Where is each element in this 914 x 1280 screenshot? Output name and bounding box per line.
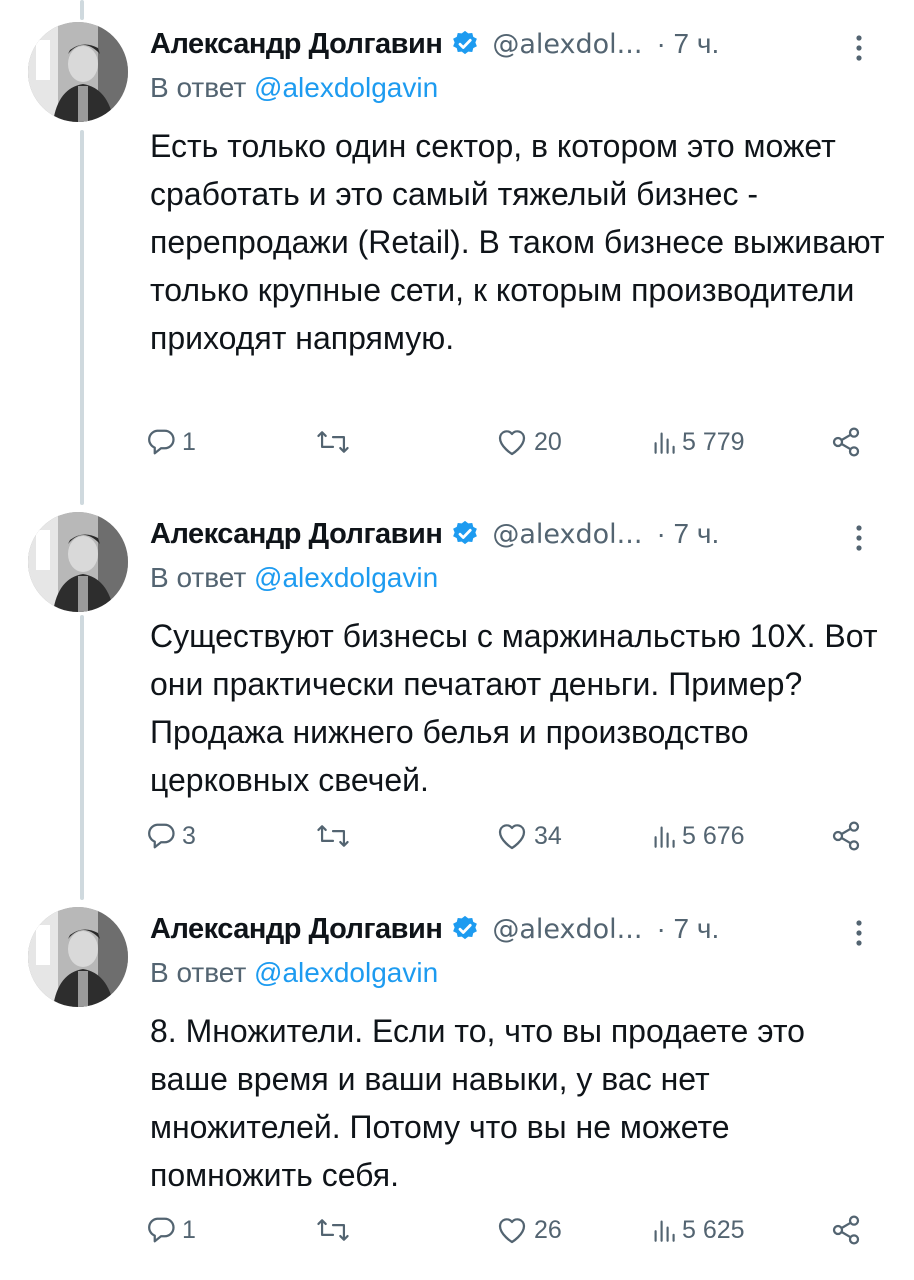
tweet-text: Есть только один сектор, в котором это м… <box>150 128 885 356</box>
reply-to: В ответ @alexdolgavin <box>150 72 438 104</box>
views-count: 5 676 <box>682 821 745 850</box>
views-button[interactable]: 5 676 <box>652 816 745 856</box>
tweet[interactable]: Александр Долгавин @alexdol... · 7 ч. В … <box>0 0 914 390</box>
reply-count: 1 <box>182 1215 196 1244</box>
reply-to-prefix: В ответ <box>150 957 255 988</box>
more-vertical-icon[interactable] <box>854 30 864 66</box>
tweet-header: Александр Долгавин @alexdol... · 7 ч. <box>150 907 890 951</box>
more-vertical-icon[interactable] <box>854 915 864 951</box>
tweet-actions: 1 20 5 779 <box>146 422 876 462</box>
views-bar-icon <box>654 432 675 454</box>
avatar[interactable] <box>28 22 128 122</box>
reply-icon <box>148 823 175 849</box>
author-name[interactable]: Александр Долгавин <box>150 518 443 551</box>
views-bar-icon <box>654 1220 675 1242</box>
heart-icon <box>498 824 526 850</box>
share-icon <box>832 821 860 851</box>
reply-button[interactable]: 1 <box>146 1210 196 1250</box>
reply-to-prefix: В ответ <box>150 72 255 103</box>
repost-button[interactable] <box>316 422 356 462</box>
share-button[interactable] <box>830 1210 862 1250</box>
author-name[interactable]: Александр Долгавин <box>150 913 443 946</box>
repost-button[interactable] <box>316 816 356 856</box>
like-button[interactable]: 34 <box>496 816 562 856</box>
like-count: 26 <box>534 1215 562 1244</box>
tweet-header: Александр Долгавин @alexdol... · 7 ч. <box>150 512 890 556</box>
verified-badge-icon <box>450 519 480 549</box>
like-count: 20 <box>534 427 562 456</box>
share-icon <box>832 427 860 457</box>
verified-badge-icon <box>450 914 480 944</box>
reply-button[interactable]: 1 <box>146 422 196 462</box>
author-handle[interactable]: @alexdol... <box>492 29 642 60</box>
tweet-text: Существуют бизнесы с маржинальстью 10Х. … <box>150 618 878 798</box>
views-button[interactable]: 5 625 <box>652 1210 745 1250</box>
repost-icon <box>317 431 349 453</box>
more-vertical-icon[interactable] <box>854 520 864 556</box>
reply-icon <box>148 1217 175 1243</box>
tweet-time[interactable]: · 7 ч. <box>656 913 719 945</box>
tweet-actions: 1 26 5 625 <box>146 1210 876 1250</box>
views-count: 5 625 <box>682 1215 745 1244</box>
verified-badge-icon <box>450 29 480 59</box>
tweet-actions: 3 34 5 676 <box>146 816 876 856</box>
heart-icon <box>498 430 526 456</box>
views-count: 5 779 <box>682 427 745 456</box>
share-button[interactable] <box>830 422 862 462</box>
views-button[interactable]: 5 779 <box>652 422 745 462</box>
repost-icon <box>317 825 349 847</box>
avatar[interactable] <box>28 907 128 1007</box>
tweet-header: Александр Долгавин @alexdol... · 7 ч. <box>150 22 890 66</box>
author-handle[interactable]: @alexdol... <box>492 914 642 945</box>
heart-icon <box>498 1218 526 1244</box>
share-icon <box>832 1215 860 1245</box>
reply-to-prefix: В ответ <box>150 562 255 593</box>
share-button[interactable] <box>830 816 862 856</box>
author-handle[interactable]: @alexdol... <box>492 519 642 550</box>
reply-count: 3 <box>182 821 196 850</box>
tweet-time[interactable]: · 7 ч. <box>656 28 719 60</box>
views-bar-icon <box>654 826 675 848</box>
like-button[interactable]: 20 <box>496 422 562 462</box>
reply-to: В ответ @alexdolgavin <box>150 562 438 594</box>
reply-to: В ответ @alexdolgavin <box>150 957 438 989</box>
repost-button[interactable] <box>316 1210 356 1250</box>
like-count: 34 <box>534 821 562 850</box>
repost-icon <box>317 1219 349 1241</box>
reply-mention-link[interactable]: @alexdolgavin <box>254 957 438 988</box>
avatar[interactable] <box>28 512 128 612</box>
tweet-time[interactable]: · 7 ч. <box>656 518 719 550</box>
reply-mention-link[interactable]: @alexdolgavin <box>254 562 438 593</box>
reply-mention-link[interactable]: @alexdolgavin <box>254 72 438 103</box>
reply-button[interactable]: 3 <box>146 816 196 856</box>
reply-icon <box>148 429 175 455</box>
reply-count: 1 <box>182 427 196 456</box>
author-name[interactable]: Александр Долгавин <box>150 28 443 61</box>
like-button[interactable]: 26 <box>496 1210 562 1250</box>
tweet-text: 8. Множители. Если то, что вы продаете э… <box>150 1013 805 1193</box>
